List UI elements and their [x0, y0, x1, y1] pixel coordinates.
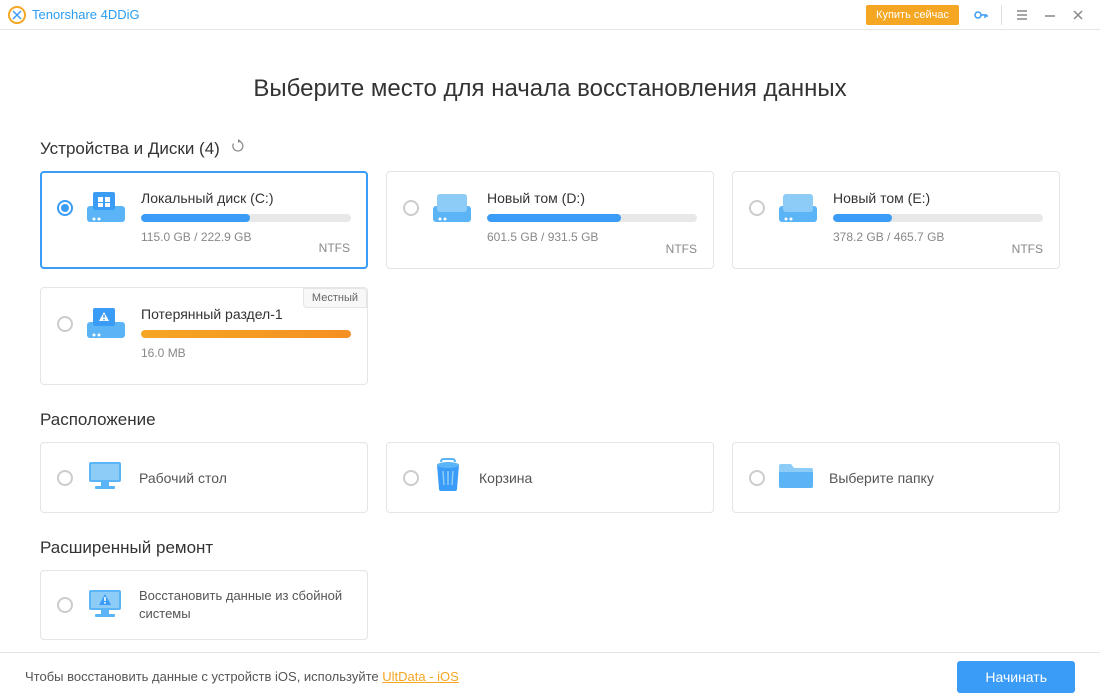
- usage-bar: [833, 214, 1043, 222]
- devices-title: Устройства и Диски (4): [40, 139, 220, 159]
- main-content: Выберите место для начала восстановления…: [0, 30, 1100, 652]
- titlebar: Tenorshare 4DDiG Купить сейчас: [0, 0, 1100, 30]
- minimize-button[interactable]: [1036, 3, 1064, 27]
- drive-name: Новый том (D:): [487, 190, 697, 206]
- drive-name: Новый том (E:): [833, 190, 1043, 206]
- refresh-icon[interactable]: [230, 138, 246, 159]
- local-badge: Местный: [303, 288, 367, 308]
- footer: Чтобы восстановить данные с устройств iO…: [0, 652, 1100, 700]
- location-label: Корзина: [479, 470, 532, 486]
- drive-name: Локальный диск (C:): [141, 190, 351, 206]
- radio-icon: [749, 470, 765, 486]
- location-grid: Рабочий стол Корзина Выберите папку: [40, 442, 1060, 513]
- usage-bar: [487, 214, 697, 222]
- drive-card-e[interactable]: Новый том (E:) 378.2 GB / 465.7 GB NTFS: [732, 171, 1060, 269]
- devices-section-header: Устройства и Диски (4): [40, 138, 1060, 159]
- filesystem-label: NTFS: [319, 241, 350, 255]
- drive-card-c[interactable]: Локальный диск (C:) 115.0 GB / 222.9 GB …: [40, 171, 368, 269]
- location-desktop[interactable]: Рабочий стол: [40, 442, 368, 513]
- radio-icon: [57, 200, 73, 216]
- windows-drive-icon: [85, 190, 127, 231]
- location-label: Рабочий стол: [139, 470, 227, 486]
- activation-key-button[interactable]: [967, 3, 995, 27]
- drive-size: 16.0 MB: [141, 346, 351, 360]
- start-button[interactable]: Начинать: [957, 661, 1075, 693]
- radio-icon: [57, 316, 73, 332]
- desktop-icon: [85, 458, 125, 497]
- footer-text: Чтобы восстановить данные с устройств iO…: [25, 669, 459, 684]
- drive-name: Потерянный раздел-1: [141, 306, 351, 322]
- radio-icon: [749, 200, 765, 216]
- location-section-header: Расположение: [40, 410, 1060, 430]
- app-logo-icon: [8, 6, 26, 24]
- location-label: Выберите папку: [829, 470, 934, 486]
- usage-bar: [141, 214, 351, 222]
- drive-icon: [431, 190, 473, 231]
- app-title: Tenorshare 4DDiG: [32, 7, 140, 22]
- filesystem-label: NTFS: [666, 242, 697, 256]
- warning-drive-icon: [85, 306, 127, 347]
- location-trash[interactable]: Корзина: [386, 442, 714, 513]
- buy-now-button[interactable]: Купить сейчас: [866, 5, 959, 25]
- close-button[interactable]: [1064, 3, 1092, 27]
- repair-section-header: Расширенный ремонт: [40, 538, 1060, 558]
- trash-icon: [431, 457, 465, 498]
- radio-icon: [57, 597, 73, 613]
- drive-icon: [777, 190, 819, 231]
- page-title: Выберите место для начала восстановления…: [40, 75, 1060, 103]
- repair-grid: Восстановить данные из сбойной системы: [40, 570, 1060, 640]
- radio-icon: [403, 470, 419, 486]
- repair-label: Восстановить данные из сбойной системы: [139, 587, 351, 623]
- drive-card-lost-partition[interactable]: Местный Потерянный раздел-1 16.0 MB: [40, 287, 368, 385]
- menu-button[interactable]: [1008, 3, 1036, 27]
- radio-icon: [403, 200, 419, 216]
- filesystem-label: NTFS: [1012, 242, 1043, 256]
- radio-icon: [57, 470, 73, 486]
- crashed-system-icon: [85, 586, 125, 625]
- ultdata-link[interactable]: UltData - iOS: [382, 669, 459, 684]
- repair-crashed-system[interactable]: Восстановить данные из сбойной системы: [40, 570, 368, 640]
- location-title: Расположение: [40, 410, 156, 430]
- repair-title: Расширенный ремонт: [40, 538, 213, 558]
- location-choose-folder[interactable]: Выберите папку: [732, 442, 1060, 513]
- folder-icon: [777, 460, 815, 495]
- drive-card-d[interactable]: Новый том (D:) 601.5 GB / 931.5 GB NTFS: [386, 171, 714, 269]
- drives-grid: Локальный диск (C:) 115.0 GB / 222.9 GB …: [40, 171, 1060, 385]
- usage-bar: [141, 330, 351, 338]
